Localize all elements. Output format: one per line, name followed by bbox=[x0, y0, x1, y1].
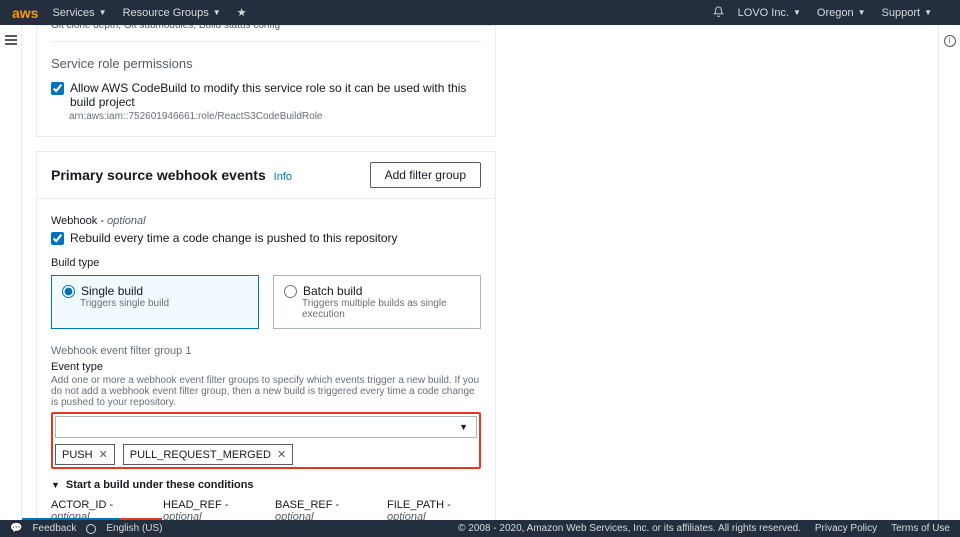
nav-support[interactable]: Support▼ bbox=[882, 7, 932, 19]
chip-push: PUSH✕ bbox=[55, 444, 115, 465]
webhook-card-title: Primary source webhook events Info bbox=[51, 167, 292, 183]
remove-chip-icon[interactable]: ✕ bbox=[277, 448, 286, 461]
config-summary: Git clone depth, Git submodules, Build s… bbox=[37, 25, 495, 41]
file-path-label: FILE_PATH - optional bbox=[387, 499, 487, 520]
event-type-hint: Add one or more a webhook event filter g… bbox=[51, 375, 481, 408]
chevron-down-icon: ▼ bbox=[793, 8, 801, 17]
build-type-single[interactable]: Single build Triggers single build bbox=[51, 275, 259, 329]
nav-account[interactable]: LOVO Inc.▼ bbox=[738, 7, 801, 19]
batch-build-desc: Triggers multiple builds as single execu… bbox=[302, 298, 470, 320]
top-nav: aws Services▼ Resource Groups▼ ★ LOVO In… bbox=[0, 0, 960, 25]
chevron-down-icon: ▼ bbox=[924, 8, 932, 17]
actor-id-label: ACTOR_ID - optional bbox=[51, 499, 151, 520]
terms-link[interactable]: Terms of Use bbox=[891, 523, 950, 534]
role-arn: arn:aws:iam::752601946661:role/ReactS3Co… bbox=[69, 111, 481, 122]
chevron-down-icon: ▼ bbox=[858, 8, 866, 17]
info-panel-toggle: i bbox=[938, 25, 960, 520]
head-ref-label: HEAD_REF - optional bbox=[163, 499, 263, 520]
rebuild-on-push-checkbox[interactable] bbox=[51, 232, 64, 245]
service-role-title: Service role permissions bbox=[51, 56, 481, 71]
start-conditions-expander[interactable]: ▼Start a build under these conditions bbox=[51, 479, 481, 491]
batch-build-radio[interactable] bbox=[284, 285, 297, 298]
copyright: © 2008 - 2020, Amazon Web Services, Inc.… bbox=[458, 523, 801, 534]
chip-pull-request-merged: PULL_REQUEST_MERGED✕ bbox=[123, 444, 293, 465]
rebuild-on-push-label: Rebuild every time a code change is push… bbox=[70, 231, 398, 245]
chevron-down-icon: ▼ bbox=[99, 8, 107, 17]
nav-pin-icon[interactable]: ★ bbox=[237, 6, 247, 19]
bell-icon[interactable] bbox=[713, 6, 724, 20]
hamburger-icon[interactable] bbox=[5, 35, 17, 45]
webhook-events-card: Primary source webhook events Info Add f… bbox=[36, 151, 496, 520]
event-type-label: Event type bbox=[51, 361, 481, 373]
build-type-label: Build type bbox=[51, 257, 481, 269]
filter-group-title: Webhook event filter group 1 bbox=[51, 345, 481, 357]
triangle-down-icon: ▼ bbox=[459, 422, 468, 432]
source-config-card: Git clone depth, Git submodules, Build s… bbox=[36, 25, 496, 137]
info-icon[interactable]: i bbox=[944, 35, 956, 47]
nav-region[interactable]: Oregon▼ bbox=[817, 7, 866, 19]
single-build-radio[interactable] bbox=[62, 285, 75, 298]
single-build-desc: Triggers single build bbox=[80, 298, 248, 309]
footer: 💬 Feedback English (US) © 2008 - 2020, A… bbox=[0, 520, 960, 537]
main-content: Git clone depth, Git submodules, Build s… bbox=[22, 25, 938, 520]
chevron-down-icon: ▼ bbox=[213, 8, 221, 17]
remove-chip-icon[interactable]: ✕ bbox=[99, 448, 108, 461]
add-filter-group-button[interactable]: Add filter group bbox=[370, 162, 481, 188]
aws-logo[interactable]: aws bbox=[12, 5, 38, 21]
build-type-batch[interactable]: Batch build Triggers multiple builds as … bbox=[273, 275, 481, 329]
event-type-dropdown[interactable]: ▼ bbox=[55, 416, 477, 438]
webhook-label: Webhook - optional bbox=[51, 215, 146, 227]
side-panel-toggle bbox=[0, 25, 22, 520]
info-link[interactable]: Info bbox=[274, 171, 292, 183]
allow-modify-role-checkbox[interactable] bbox=[51, 82, 64, 95]
triangle-down-icon: ▼ bbox=[51, 480, 60, 490]
nav-resource-groups[interactable]: Resource Groups▼ bbox=[123, 7, 221, 19]
base-ref-label: BASE_REF - optional bbox=[275, 499, 375, 520]
language-selector[interactable]: English (US) bbox=[106, 523, 162, 534]
feedback-link[interactable]: Feedback bbox=[32, 523, 76, 534]
allow-modify-role-label: Allow AWS CodeBuild to modify this servi… bbox=[70, 81, 481, 109]
globe-icon[interactable] bbox=[86, 524, 96, 534]
privacy-link[interactable]: Privacy Policy bbox=[815, 523, 877, 534]
nav-services[interactable]: Services▼ bbox=[52, 7, 106, 19]
feedback-icon[interactable]: 💬 bbox=[10, 523, 22, 534]
